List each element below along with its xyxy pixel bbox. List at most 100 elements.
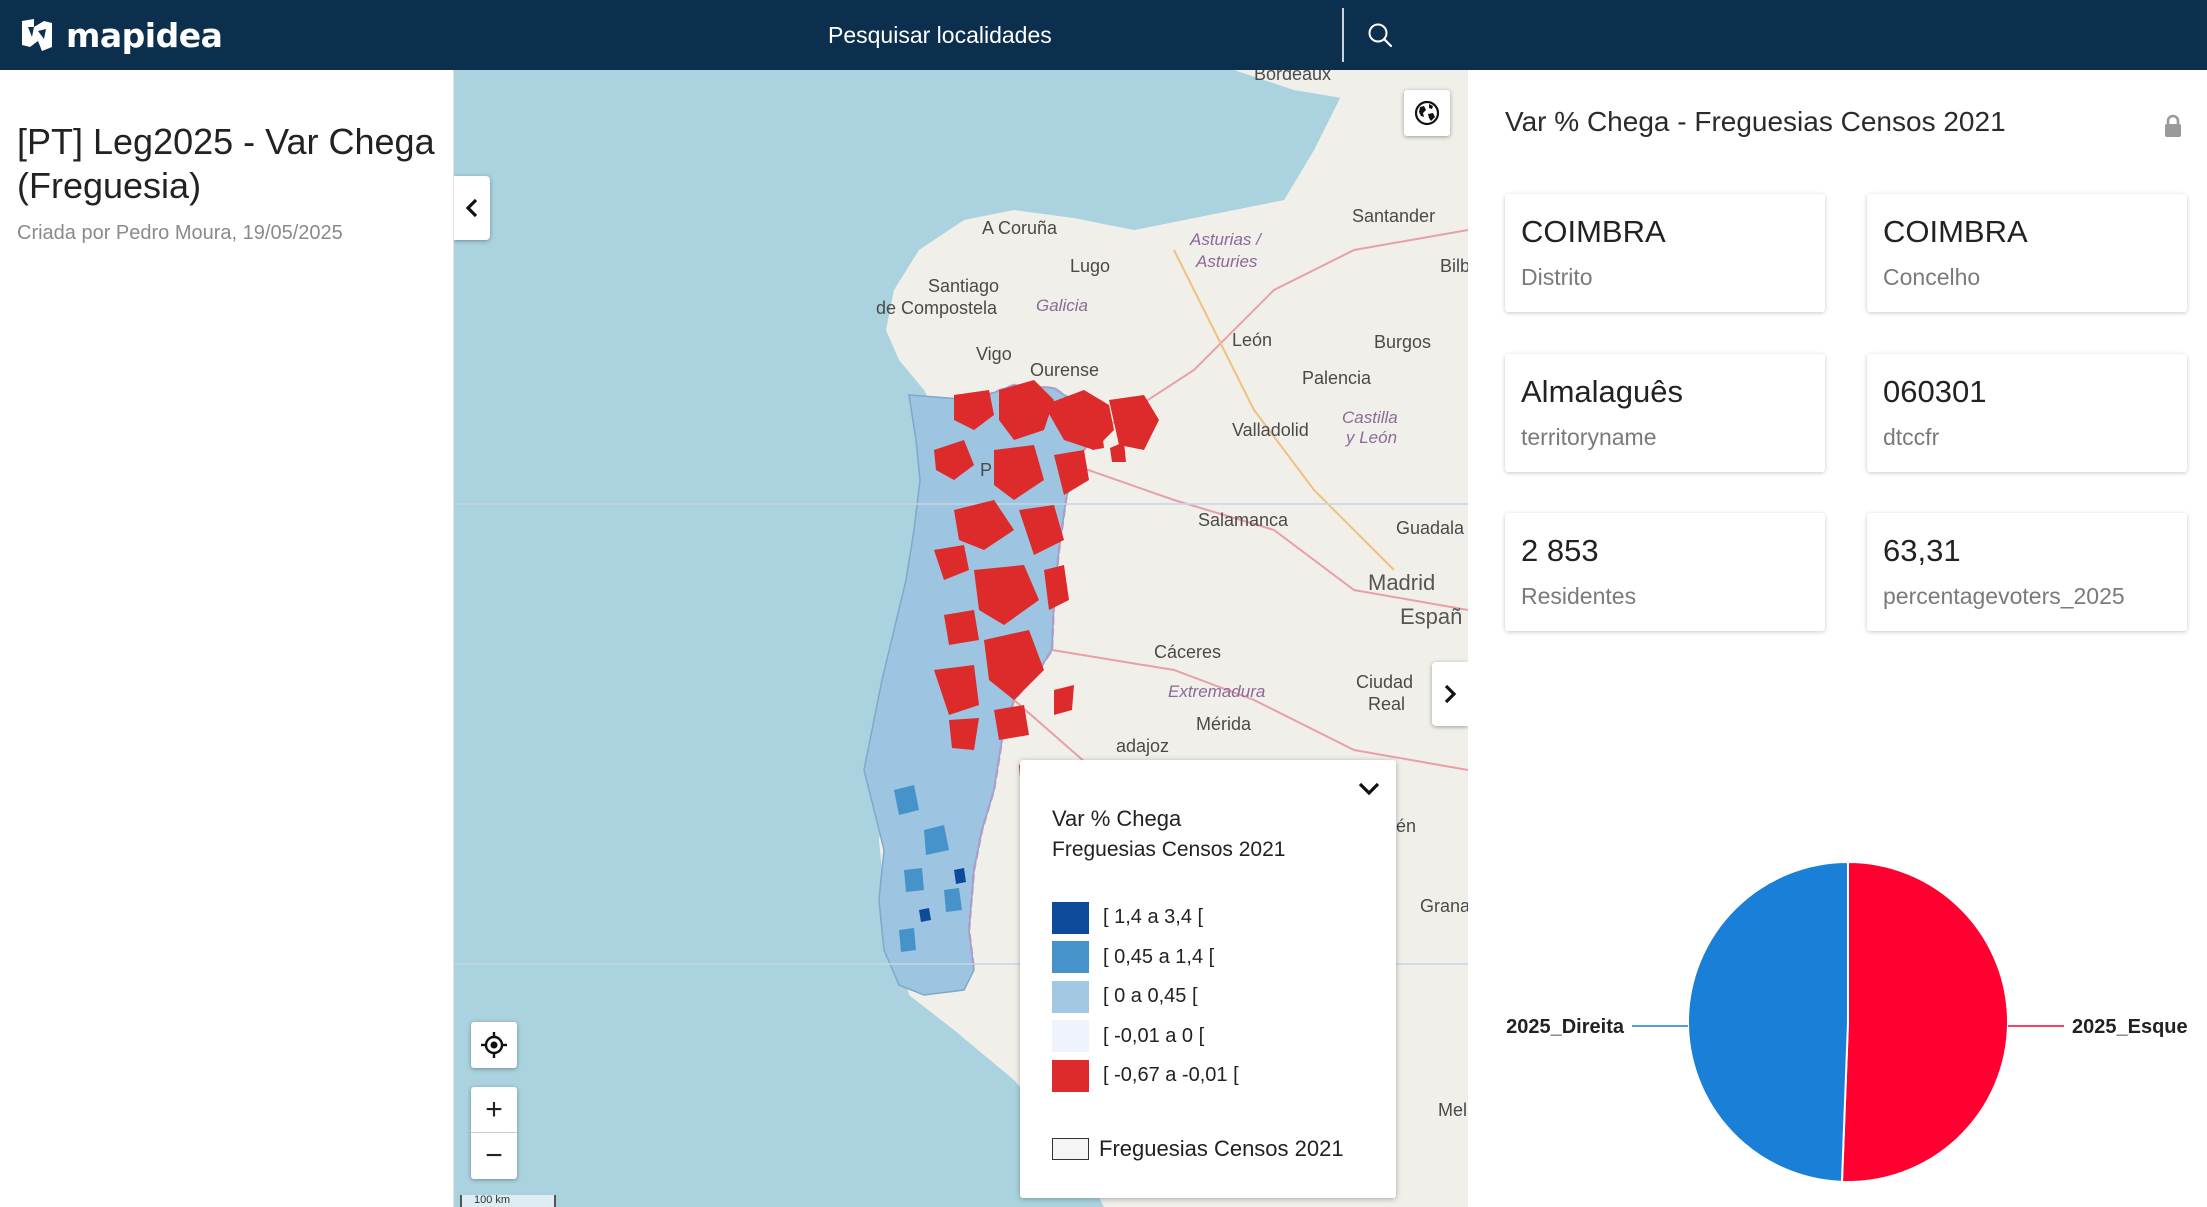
search-button[interactable] (1352, 10, 1408, 60)
info-card-territoryname: Almalaguês territoryname (1505, 354, 1825, 472)
map-label: Grana (1420, 896, 1468, 916)
info-card-dtccfr: 060301 dtccfr (1867, 354, 2187, 472)
collapse-right-panel-button[interactable] (1432, 662, 1468, 726)
map-label: Real (1368, 694, 1406, 714)
card-value: COIMBRA (1521, 214, 1666, 249)
map-label: Asturias / (1190, 230, 1261, 249)
card-label: dtccfr (1883, 424, 1940, 450)
layer-label: Freguesias Censos 2021 (1099, 1136, 1344, 1161)
legend-item: [ 0 a 0,45 [ (1052, 977, 1239, 1017)
info-card-distrito: COIMBRA Distrito (1505, 194, 1825, 312)
basemap-switch-button[interactable] (1404, 90, 1450, 136)
legend-label: [ 0 a 0,45 [ (1103, 985, 1198, 1008)
legend-swatch (1052, 901, 1089, 934)
map-label: Lugo (1070, 256, 1111, 276)
pie-slice[interactable] (1687, 860, 1849, 1183)
map-label: Santander (1352, 206, 1436, 226)
pie-label: 2025_Esque (2072, 1016, 2188, 1038)
zoom-out-button[interactable]: − (471, 1133, 517, 1179)
zoom-controls: + − (471, 1087, 517, 1179)
map-label: Santiago (928, 276, 1000, 296)
map-label: y León (1346, 428, 1398, 447)
map-label: én (1396, 816, 1417, 836)
card-label: percentagevoters_2025 (1883, 583, 2125, 609)
map-label: de Compostela (876, 298, 998, 318)
layer-outline-swatch (1052, 1138, 1089, 1160)
legend-item: [ -0,67 a -0,01 [ (1052, 1056, 1239, 1096)
pie-label: 2025_Direita (1506, 1016, 1625, 1038)
legend-item: [ 0,45 a 1,4 [ (1052, 938, 1239, 978)
info-card-concelho: COIMBRA Concelho (1867, 194, 2187, 312)
card-value: 63,31 (1883, 533, 1961, 568)
map-label: Bordeaux (1254, 70, 1332, 84)
lock-icon[interactable] (2163, 114, 2183, 138)
map-label: Vigo (976, 344, 1012, 364)
card-value: COIMBRA (1883, 214, 2028, 249)
map-label: Extremadura (1168, 682, 1266, 701)
legend-layer-item[interactable]: Freguesias Censos 2021 (1052, 1136, 1344, 1162)
legend-title: Var % Chega (1052, 806, 1182, 831)
legend-collapse-button[interactable] (1354, 774, 1384, 804)
legend-panel: Var % Chega Freguesias Censos 2021 [ 1,4… (1020, 760, 1396, 1198)
map-label: León (1232, 330, 1273, 350)
legend-label: [ 0,45 a 1,4 [ (1103, 945, 1215, 968)
globe-icon (1414, 100, 1440, 126)
map-label: Mel (1438, 1100, 1468, 1120)
map-title: [PT] Leg2025 - Var Chega (Freguesia) (17, 121, 435, 206)
legend-swatch (1052, 980, 1089, 1013)
card-value: Almalaguês (1521, 374, 1683, 409)
chevron-down-icon (1358, 782, 1380, 796)
map-label: P (980, 460, 993, 480)
legend-label: [ 1,4 a 3,4 [ (1103, 906, 1204, 929)
map-label: adajoz (1116, 736, 1170, 756)
logo-icon (22, 19, 52, 51)
legend-items: [ 1,4 a 3,4 [ [ 0,45 a 1,4 [ [ 0 a 0,45 … (1052, 898, 1239, 1096)
map-label: Bilb (1440, 256, 1468, 276)
legend-item: [ -0,01 a 0 [ (1052, 1017, 1239, 1057)
map-label: Guadala (1396, 518, 1465, 538)
card-label: Distrito (1521, 264, 1593, 290)
legend-label: [ -0,01 a 0 [ (1103, 1024, 1205, 1047)
info-card-residentes: 2 853 Residentes (1505, 513, 1825, 631)
locate-me-button[interactable] (471, 1022, 517, 1068)
panel-title: Var % Chega - Freguesias Censos 2021 (1505, 106, 2006, 137)
legend-label: [ -0,67 a -0,01 [ (1103, 1064, 1239, 1087)
card-value: 060301 (1883, 374, 1987, 409)
map-label: Asturies (1196, 252, 1258, 271)
info-card-percentagevoters: 63,31 percentagevoters_2025 (1867, 513, 2187, 631)
collapse-left-panel-button[interactable] (454, 176, 490, 240)
feature-info-panel: Var % Chega - Freguesias Censos 2021 COI… (1468, 88, 2207, 1207)
zoom-in-button[interactable]: + (471, 1087, 517, 1133)
card-label: territoryname (1521, 424, 1657, 450)
chevron-left-icon (465, 198, 478, 218)
pie-chart: 2025_Esque 2025_Direita (1468, 738, 2207, 1207)
legend-swatch (1052, 941, 1089, 974)
crosshair-icon (481, 1032, 507, 1058)
search-bar (792, 0, 1412, 70)
app-logo[interactable]: mapidea (20, 13, 223, 57)
search-input[interactable] (792, 6, 1342, 64)
pie-slice[interactable] (1840, 860, 2009, 1183)
map-label: Españ (1400, 604, 1463, 629)
map-label: Valladolid (1232, 420, 1309, 440)
map-info-panel: [PT] Leg2025 - Var Chega (Freguesia) Cri… (0, 70, 454, 1207)
card-value: 2 853 (1521, 533, 1599, 568)
search-icon (1368, 23, 1393, 48)
legend-swatch (1052, 1059, 1089, 1092)
legend-item: [ 1,4 a 3,4 [ (1052, 898, 1239, 938)
card-label: Concelho (1883, 264, 1981, 290)
map-label: Castilla (1342, 408, 1398, 427)
map-label: Palencia (1302, 368, 1372, 388)
map-label: Salamanca (1198, 510, 1289, 530)
pie-chart-svg: 2025_Esque 2025_Direita (1506, 860, 2188, 1183)
card-label: Residentes (1521, 583, 1637, 609)
legend-swatch (1052, 1020, 1089, 1053)
map-label: Cáceres (1154, 642, 1222, 662)
map-author-date: Criada por Pedro Moura, 19/05/2025 (17, 222, 343, 244)
map-label: A Coruña (982, 218, 1058, 238)
map-label: Mérida (1196, 714, 1252, 734)
map-label: Galicia (1036, 296, 1088, 315)
scale-bar: 100 km (460, 1195, 556, 1207)
map-label: Ciudad (1356, 672, 1414, 692)
legend-subtitle: Freguesias Censos 2021 (1052, 838, 1286, 861)
